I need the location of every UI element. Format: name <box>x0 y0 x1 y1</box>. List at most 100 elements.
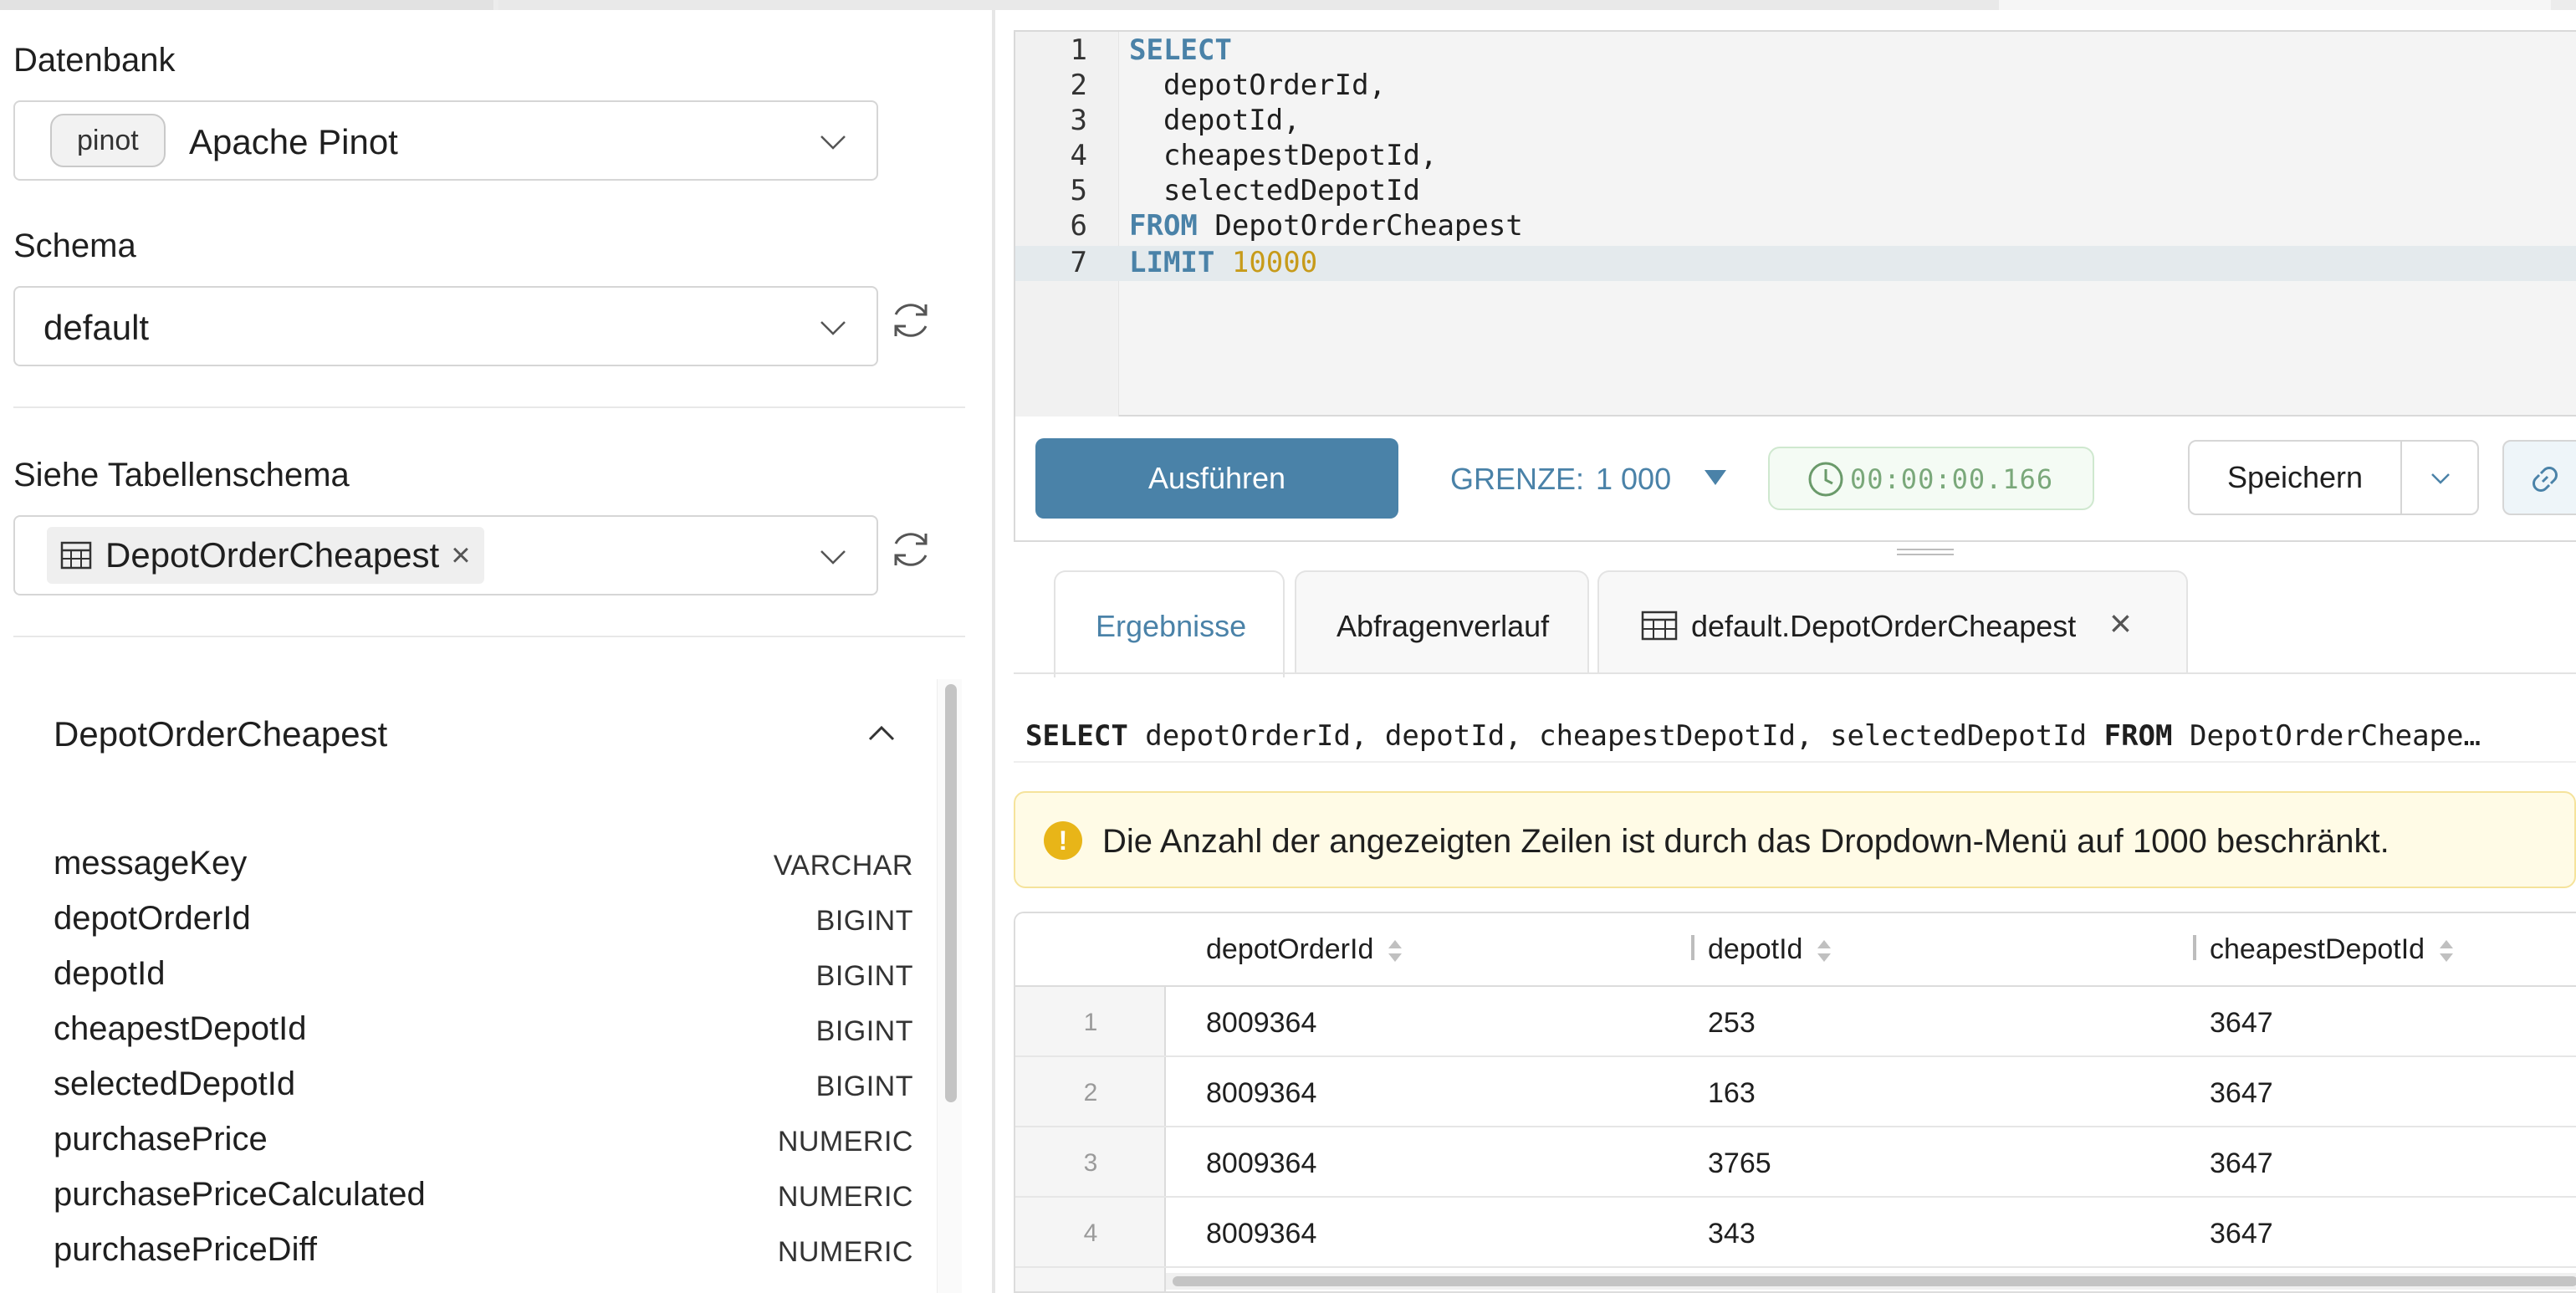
code-text: depotId, <box>1129 104 1301 137</box>
sort-icon[interactable] <box>1816 937 1832 965</box>
column-resize-handle[interactable] <box>1691 935 1694 960</box>
column-header-depotid[interactable]: depotId <box>1708 933 1832 966</box>
table-row[interactable]: 3 8009364 3765 3647 <box>1015 1127 2576 1198</box>
code-text: depotOrderId, <box>1129 69 1387 102</box>
sql-keyword: SELECT <box>1025 719 1128 753</box>
close-tab-icon[interactable]: × <box>2109 601 2132 646</box>
column-type: BIGINT <box>815 960 913 992</box>
tab-label: Abfragenverlauf <box>1337 609 1550 643</box>
chevron-up-icon[interactable] <box>863 714 900 751</box>
table-chip-label: DepotOrderCheapest <box>105 535 440 575</box>
save-button[interactable]: Speichern <box>2188 440 2402 515</box>
save-dropdown-button[interactable] <box>2400 440 2479 515</box>
copy-link-button[interactable] <box>2502 440 2576 515</box>
database-label: Datenbank <box>13 42 176 79</box>
close-icon[interactable]: × <box>451 539 470 572</box>
column-name: cheapestDepotId <box>54 1010 307 1047</box>
column-type: VARCHAR <box>773 850 913 882</box>
tab-label: Ergebnisse <box>1096 609 1247 643</box>
column-type: NUMERIC <box>777 1181 913 1213</box>
schema-select[interactable]: default <box>13 286 878 366</box>
table-cell: 253 <box>1708 1007 1756 1039</box>
code-line: cheapestDepotId, <box>1129 139 1438 172</box>
database-value: Apache Pinot <box>189 122 398 161</box>
clock-icon <box>1808 462 1843 497</box>
column-name: purchasePriceCalculated <box>54 1176 426 1213</box>
resize-handle[interactable] <box>1897 549 1954 559</box>
tabs-baseline <box>1014 672 2576 674</box>
line-number: 1 <box>1070 33 1087 67</box>
row-limit-selector[interactable]: GRENZE: 1 000 <box>1450 462 1671 497</box>
row-number: 4 <box>1083 1219 1098 1247</box>
line-number: 7 <box>1070 246 1087 279</box>
table-row[interactable]: 2 8009364 163 3647 <box>1015 1057 2576 1127</box>
table-schema-select[interactable]: DepotOrderCheapest × <box>13 515 878 595</box>
line-number: 3 <box>1070 104 1087 137</box>
code-line: depotId, <box>1129 104 1301 137</box>
top-tab-3[interactable] <box>1999 0 2551 10</box>
chevron-down-icon <box>816 311 850 345</box>
limit-label: GRENZE: <box>1450 462 1585 496</box>
sort-icon[interactable] <box>2438 937 2455 965</box>
schema-label: Schema <box>13 227 136 264</box>
caret-down-icon[interactable] <box>1703 467 1728 488</box>
database-select[interactable]: pinot Apache Pinot <box>13 100 878 181</box>
chevron-down-icon <box>2431 473 2450 484</box>
code-text: cheapestDepotId, <box>1129 139 1438 172</box>
table-cell: 3647 <box>2210 1147 2273 1179</box>
code-line: FROM DepotOrderCheapest <box>1129 209 1523 243</box>
table-cell: 163 <box>1708 1077 1756 1109</box>
row-number: 1 <box>1083 1009 1098 1036</box>
schema-column-row: purchasePrice NUMERIC <box>54 1121 913 1168</box>
database-tag: pinot <box>50 114 166 167</box>
schema-card-title[interactable]: DepotOrderCheapest <box>54 714 387 754</box>
column-header-cheapestdepotid[interactable]: cheapestDepotId <box>2210 933 2455 966</box>
column-type: BIGINT <box>815 1071 913 1102</box>
schema-scrollbar-thumb[interactable] <box>945 684 957 1102</box>
line-number: 2 <box>1070 69 1087 102</box>
header-label: depotId <box>1708 933 1803 965</box>
column-name: messageKey <box>54 845 248 882</box>
divider <box>13 406 965 408</box>
schema-column-row: selectedDepotId BIGINT <box>54 1066 913 1112</box>
table-cell: 343 <box>1708 1218 1756 1250</box>
top-tab-2[interactable] <box>498 0 2004 10</box>
table-icon <box>1641 611 1678 641</box>
column-name: purchasePriceDiff <box>54 1231 317 1268</box>
sort-icon[interactable] <box>1387 937 1403 965</box>
column-name: purchasePrice <box>54 1121 268 1158</box>
schema-column-row: messageKey VARCHAR <box>54 845 913 892</box>
table-row[interactable]: 4 8009364 343 3647 <box>1015 1198 2576 1268</box>
column-type: NUMERIC <box>777 1236 913 1268</box>
table-cell: 8009364 <box>1206 1007 1317 1039</box>
column-header-depotorderid[interactable]: depotOrderId <box>1206 933 1403 966</box>
refresh-table-icon[interactable] <box>887 525 935 574</box>
row-limit-warning: ! Die Anzahl der angezeigten Zeilen ist … <box>1014 791 2576 888</box>
column-name: selectedDepotId <box>54 1066 296 1102</box>
refresh-schema-icon[interactable] <box>887 296 935 345</box>
link-icon <box>2533 467 2558 492</box>
schema-column-row: depotOrderId BIGINT <box>54 900 913 947</box>
horizontal-scrollbar[interactable] <box>1166 1273 2576 1290</box>
tab-table-preview[interactable]: default.DepotOrderCheapest × <box>1597 570 2188 674</box>
top-tab-1[interactable] <box>0 0 493 10</box>
tab-results[interactable]: Ergebnisse <box>1054 570 1285 677</box>
table-icon <box>60 541 92 570</box>
table-chip[interactable]: DepotOrderCheapest × <box>47 527 484 584</box>
sql-number: 10000 <box>1231 246 1318 279</box>
table-schema-label: Siehe Tabellenschema <box>13 457 350 493</box>
header-label: cheapestDepotId <box>2210 933 2425 965</box>
schema-column-row: purchasePriceDiff NUMERIC <box>54 1231 913 1278</box>
table-row[interactable]: 1 8009364 253 3647 <box>1015 987 2576 1057</box>
sql-editor[interactable]: 1 2 3 4 5 6 7 SELECT depotOrderId, depot… <box>1014 30 2576 417</box>
horizontal-scrollbar-thumb[interactable] <box>1173 1276 2576 1286</box>
sql-keyword: FROM <box>2103 719 2173 753</box>
tab-query-history[interactable]: Abfragenverlauf <box>1295 570 1589 674</box>
schema-value: default <box>43 308 150 347</box>
code-text: DepotOrderCheapest <box>1197 209 1523 243</box>
table-cell: 3765 <box>1708 1147 1771 1179</box>
column-resize-handle[interactable] <box>2193 935 2196 960</box>
run-query-button[interactable]: Ausführen <box>1035 438 1398 519</box>
code-line: SELECT <box>1129 33 1232 67</box>
